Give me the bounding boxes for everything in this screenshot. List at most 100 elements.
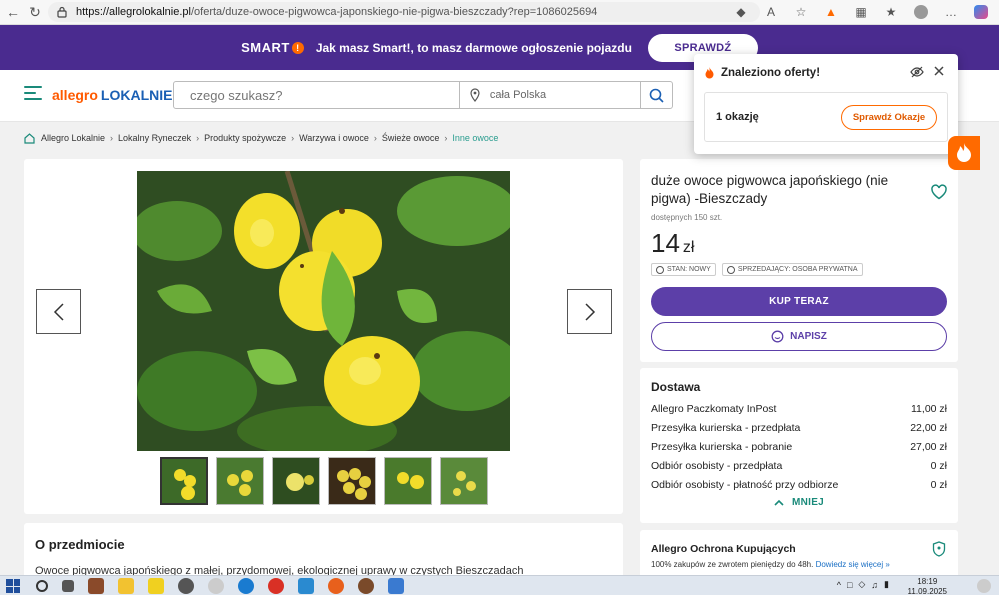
app-icon[interactable] [148, 578, 164, 594]
thumbnail[interactable] [272, 457, 320, 505]
seller-icon [726, 265, 735, 274]
main-product-photo[interactable] [137, 171, 510, 451]
breadcrumb-item[interactable]: Warzywa i owoce [299, 133, 369, 143]
thumbnail[interactable] [160, 457, 208, 505]
breadcrumb-item[interactable]: Lokalny Ryneczek [118, 133, 191, 143]
battery-icon[interactable]: ▮ [884, 579, 889, 590]
location-text: cała Polska [489, 89, 547, 101]
popup-offer-box: 1 okazję Sprawdź Okazje [704, 92, 948, 142]
app-icon[interactable] [178, 578, 194, 594]
volume-icon[interactable]: ♫ [871, 580, 878, 590]
notification-icon[interactable] [977, 579, 991, 593]
extension-fire-icon[interactable]: ▲ [821, 2, 841, 22]
app-icon[interactable] [208, 578, 224, 594]
windows-start-icon[interactable] [6, 579, 20, 593]
delivery-row: Odbiór osobisty - przedpłata 0 zł [651, 460, 947, 473]
browser-toolbar: ← ↻ https://allegrolokalnie.pl/oferta/du… [0, 0, 999, 25]
task-view-icon[interactable] [62, 580, 74, 592]
fire-icon [705, 67, 714, 79]
reload-icon[interactable]: ↻ [24, 1, 46, 23]
delivery-row: Odbiór osobisty - płatność przy odbiorze… [651, 479, 947, 492]
chevron-right-icon [584, 302, 595, 321]
thumbnail[interactable] [440, 457, 488, 505]
site-info-icon[interactable] [56, 6, 68, 18]
file-explorer-icon[interactable] [118, 578, 134, 594]
price: 14 zł [651, 228, 695, 258]
tag-icon[interactable]: ◆ [731, 2, 751, 22]
next-photo-button[interactable] [567, 289, 612, 334]
tray-app-icon[interactable]: □ [847, 580, 852, 590]
delivery-row: Przesyłka kurierska - przedpłata 22,00 zł [651, 421, 947, 434]
search-input[interactable] [174, 82, 459, 108]
app-icon[interactable] [388, 578, 404, 594]
smart-logo: SMART! [241, 40, 304, 55]
about-section: O przedmiocie Owoce pigwowca japońskiego… [24, 523, 623, 583]
delivery-title: Dostawa [651, 380, 701, 394]
condition-icon [656, 265, 664, 274]
hide-eye-icon[interactable] [910, 66, 924, 78]
network-icon[interactable]: ◇ [858, 579, 865, 590]
read-aloud-icon[interactable]: A [761, 2, 781, 22]
extensions-icon[interactable]: ▦ [851, 2, 871, 22]
menu-dots-icon[interactable]: … [941, 2, 961, 22]
search-button[interactable] [640, 82, 672, 108]
thumbnail[interactable] [384, 457, 432, 505]
copilot-icon[interactable] [971, 2, 991, 22]
clock[interactable]: 18:19 11.09.2025 [908, 577, 947, 595]
firefox-icon[interactable] [328, 578, 344, 594]
product-summary: duże owoce pigwowca japońskiego (nie pig… [640, 159, 958, 362]
breadcrumb-item[interactable]: Allegro Lokalnie [41, 133, 105, 143]
breadcrumb-item[interactable]: Produkty spożywcze [204, 133, 286, 143]
prev-photo-button[interactable] [36, 289, 81, 334]
delivery-row: Allegro Paczkomaty InPost 11,00 zł [651, 402, 947, 415]
allegro-lokalnie-logo[interactable]: allegro LOKALNIE [52, 87, 172, 103]
check-deals-button[interactable]: Sprawdź Okazje [841, 105, 937, 130]
buy-now-button[interactable]: KUP TERAZ [651, 287, 947, 316]
delivery-section: Dostawa Allegro Paczkomaty InPost 11,00 z… [640, 368, 958, 523]
extension-side-icon[interactable] [948, 136, 980, 170]
home-icon [24, 132, 35, 144]
photo-gallery [24, 159, 623, 514]
message-seller-button[interactable]: NAPISZ [651, 322, 947, 351]
breadcrumb-current[interactable]: Inne owoce [452, 133, 498, 143]
show-less-button[interactable]: MNIEJ [640, 497, 958, 508]
search-icon [649, 88, 664, 103]
shield-icon [932, 541, 946, 557]
profile-avatar-icon[interactable] [911, 2, 931, 22]
about-title: O przedmiocie [35, 537, 125, 552]
chrome-icon[interactable] [268, 578, 284, 594]
chevron-up-icon[interactable]: ^ [837, 580, 841, 590]
popup-header: Znaleziono oferty! [704, 66, 820, 79]
url-host: https://allegrolokalnie.pl [76, 6, 191, 18]
smart-bang-icon: ! [291, 41, 304, 54]
close-icon[interactable] [933, 65, 945, 77]
thumbnail[interactable] [216, 457, 264, 505]
breadcrumb-item[interactable]: Świeże owoce [382, 133, 440, 143]
address-bar[interactable]: https://allegrolokalnie.pl/oferta/duze-o… [48, 2, 760, 22]
app-icon[interactable] [358, 578, 374, 594]
search-taskbar-icon[interactable] [36, 580, 48, 592]
offers-popup: Znaleziono oferty! 1 okazję Sprawdź Okaz… [694, 54, 958, 154]
heart-icon[interactable] [930, 183, 948, 201]
protection-text: 100% zakupów ze zwrotem pieniędzy do 48h… [651, 560, 890, 569]
app-icon[interactable] [88, 578, 104, 594]
back-icon[interactable]: ← [2, 1, 24, 23]
location-selector[interactable]: cała Polska [458, 82, 640, 108]
favorites-icon[interactable]: ★ [881, 2, 901, 22]
condition-badge: STAN: NOWY [651, 263, 716, 276]
edge-icon[interactable] [238, 578, 254, 594]
delivery-row: Przesyłka kurierska - pobranie 27,00 zł [651, 440, 947, 453]
breadcrumb: Allegro Lokalnie › Lokalny Ryneczek › Prod… [24, 131, 498, 145]
delivery-list: Allegro Paczkomaty InPost 11,00 zł Przesy… [651, 399, 947, 495]
smart-banner-text: Jak masz Smart!, to masz darmowe ogłosze… [315, 40, 632, 55]
chat-icon [771, 330, 784, 343]
learn-more-link[interactable]: Dowiedz się więcej » [816, 560, 890, 569]
app-icon[interactable] [298, 578, 314, 594]
favorite-star-icon[interactable]: ☆ [791, 2, 811, 22]
menu-icon[interactable] [24, 86, 42, 102]
product-title: duże owoce pigwowca japońskiego (nie pig… [651, 173, 889, 206]
system-tray: ^ □ ◇ ♫ ▮ [837, 579, 889, 590]
thumbnail[interactable] [328, 457, 376, 505]
windows-taskbar: ^ □ ◇ ♫ ▮ 18:19 11.09.2025 [0, 575, 999, 595]
seller-type-badge: SPRZEDAJĄCY: OSOBA PRYWATNA [721, 263, 863, 276]
